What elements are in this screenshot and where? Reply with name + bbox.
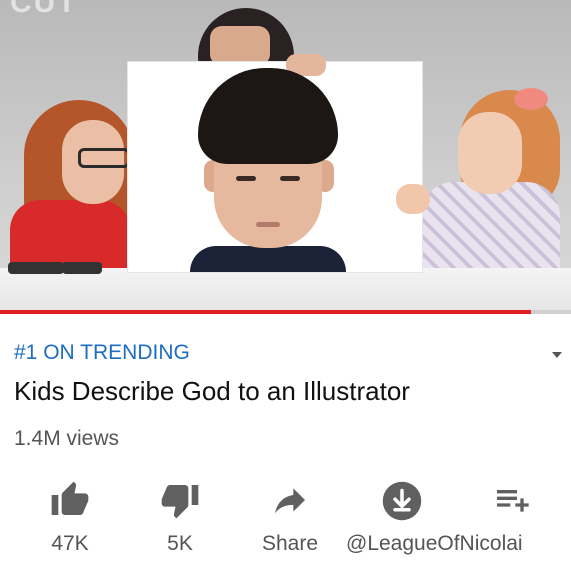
portrait-mouth: [256, 222, 280, 227]
adult-face: [210, 26, 270, 66]
right-kid-hand: [396, 184, 430, 214]
like-button[interactable]: 47K: [10, 476, 130, 562]
video-thumbnail[interactable]: CUT: [0, 0, 571, 310]
right-kid-body: [420, 182, 560, 282]
table-top: [0, 268, 571, 310]
view-count: 1.4M views: [14, 427, 120, 450]
progress-fill: [0, 310, 532, 314]
download-button[interactable]: @LeagueOfNicolai: [340, 476, 523, 562]
right-kid-hair-bow: [514, 88, 548, 110]
marker-object: [62, 262, 102, 274]
thumbs-down-icon: [158, 480, 202, 525]
portrait-shirt: [190, 246, 346, 272]
dislike-count: 5K: [167, 532, 193, 555]
marker-object: [8, 262, 64, 274]
save-to-playlist-button[interactable]: [452, 476, 571, 562]
right-kid-face: [458, 112, 522, 194]
trending-badge[interactable]: #1 ON TRENDING: [14, 341, 190, 365]
expand-description-icon[interactable]: [552, 352, 562, 358]
video-title: Kids Describe God to an Illustrator: [14, 376, 410, 406]
thumbs-up-icon: [48, 480, 92, 525]
channel-watermark: CUT: [10, 0, 78, 19]
like-count: 47K: [51, 532, 89, 555]
dislike-button[interactable]: 5K: [120, 476, 240, 562]
download-icon: [381, 480, 423, 527]
add-to-playlist-icon: [490, 480, 534, 525]
video-progress-bar[interactable]: [0, 310, 571, 314]
share-button[interactable]: Share: [230, 476, 350, 562]
left-kid-glasses: [78, 148, 130, 168]
share-arrow-icon: [268, 480, 312, 525]
portrait-eye: [236, 176, 256, 181]
portrait-eye: [280, 176, 300, 181]
share-label: Share: [261, 532, 319, 555]
